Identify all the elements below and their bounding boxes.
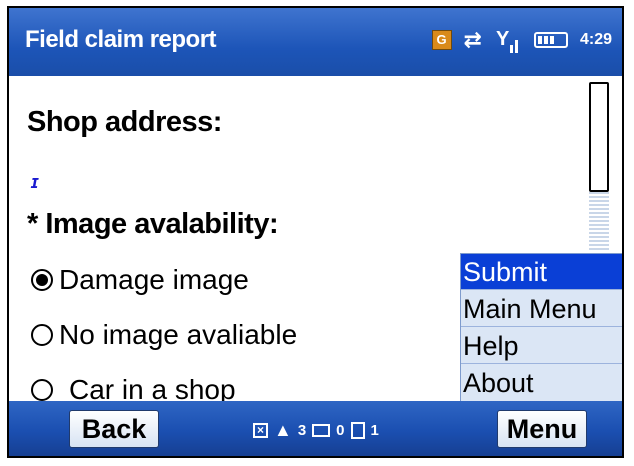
scroll-thumb[interactable]: [589, 82, 609, 192]
status-icons: G ⇄ Y 4:29: [431, 22, 612, 58]
clipboard-icon: [350, 421, 365, 439]
radio-no-image[interactable]: No image avaliable: [31, 319, 297, 351]
device-screen: Field claim report G ⇄ Y 4:29 Shop addre…: [7, 6, 624, 458]
menu-item-main-menu[interactable]: Main Menu: [461, 291, 622, 327]
shop-address-input[interactable]: ɪ: [31, 172, 38, 193]
mail-icon: [312, 423, 331, 437]
warning-icon: ▲: [274, 419, 292, 440]
clipboard-count: 1: [370, 421, 379, 439]
menu-button[interactable]: Menu: [497, 410, 587, 448]
warning-count: 3: [297, 421, 307, 439]
radio-label: No image avaliable: [59, 319, 298, 350]
image-availability-label: * Image avalability:: [27, 208, 279, 240]
shop-address-label: Shop address:: [27, 106, 222, 138]
radio-button[interactable]: [31, 324, 53, 346]
menu-item-about[interactable]: About: [461, 365, 622, 401]
radio-label: Damage image: [59, 264, 249, 295]
radio-damage-image[interactable]: Damage image: [31, 264, 249, 296]
data-transfer-icon: ⇄: [463, 27, 482, 52]
scroll-track[interactable]: [589, 192, 609, 252]
mail-count: 0: [336, 421, 345, 439]
clock-time: 4:29: [579, 31, 612, 48]
notification-area[interactable]: × ▲ 3 0 1: [253, 419, 379, 441]
radio-button[interactable]: [31, 379, 53, 401]
signal-icon: Y: [494, 27, 522, 53]
menu-item-submit[interactable]: Submit: [461, 254, 622, 290]
popup-menu: Submit Main Menu Help About: [460, 253, 622, 403]
back-button[interactable]: Back: [69, 410, 159, 448]
battery-icon: [533, 32, 568, 48]
title-bar: Field claim report G ⇄ Y 4:29: [9, 8, 622, 76]
network-g-icon: G: [431, 30, 452, 50]
menu-item-help[interactable]: Help: [461, 328, 622, 364]
soft-key-bar: Back × ▲ 3 0 1 Menu: [9, 401, 622, 456]
close-box-icon: ×: [253, 422, 268, 438]
radio-button-checked[interactable]: [31, 269, 53, 291]
window-title: Field claim report: [25, 26, 217, 53]
